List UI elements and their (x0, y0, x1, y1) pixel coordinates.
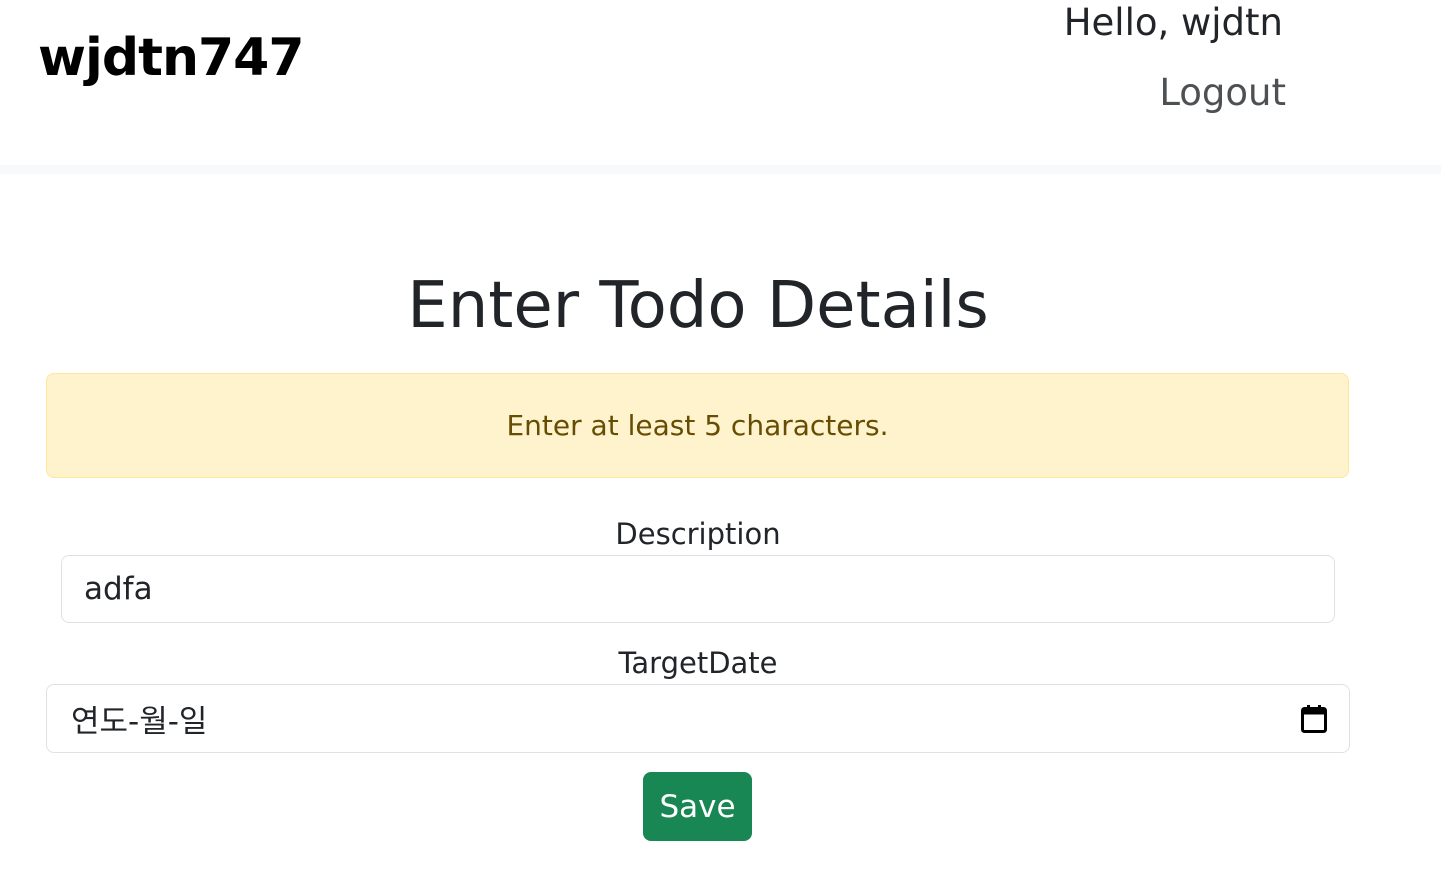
validation-alert: Enter at least 5 characters. (46, 373, 1349, 478)
page-title: Enter Todo Details (407, 269, 989, 343)
target-date-placeholder: 연도-월-일 (71, 704, 208, 740)
target-date-label: TargetDate (618, 646, 778, 680)
description-label: Description (615, 517, 781, 551)
description-input[interactable] (61, 555, 1335, 623)
navbar: wjdtn747 Hello, wjdtn Logout (0, 0, 1441, 165)
page: wjdtn747 Hello, wjdtn Logout Enter Todo … (0, 0, 1441, 877)
save-button[interactable]: Save (643, 772, 752, 841)
brand-logo[interactable]: wjdtn747 (38, 26, 305, 90)
calendar-icon[interactable] (1301, 704, 1327, 733)
logout-link[interactable]: Logout (1159, 70, 1286, 116)
target-date-input[interactable]: 연도-월-일 (46, 684, 1350, 753)
user-greeting: Hello, wjdtn (1063, 1, 1283, 44)
navbar-divider (0, 165, 1441, 174)
